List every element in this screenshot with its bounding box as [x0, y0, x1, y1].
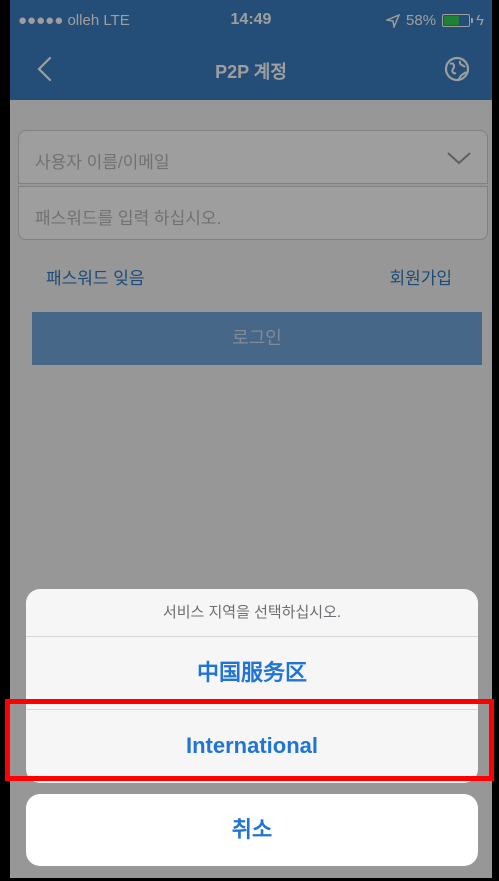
highlight-box: [5, 699, 494, 781]
cancel-button[interactable]: 취소: [26, 794, 478, 866]
action-sheet-title: 서비스 지역을 선택하십시오.: [26, 589, 478, 637]
